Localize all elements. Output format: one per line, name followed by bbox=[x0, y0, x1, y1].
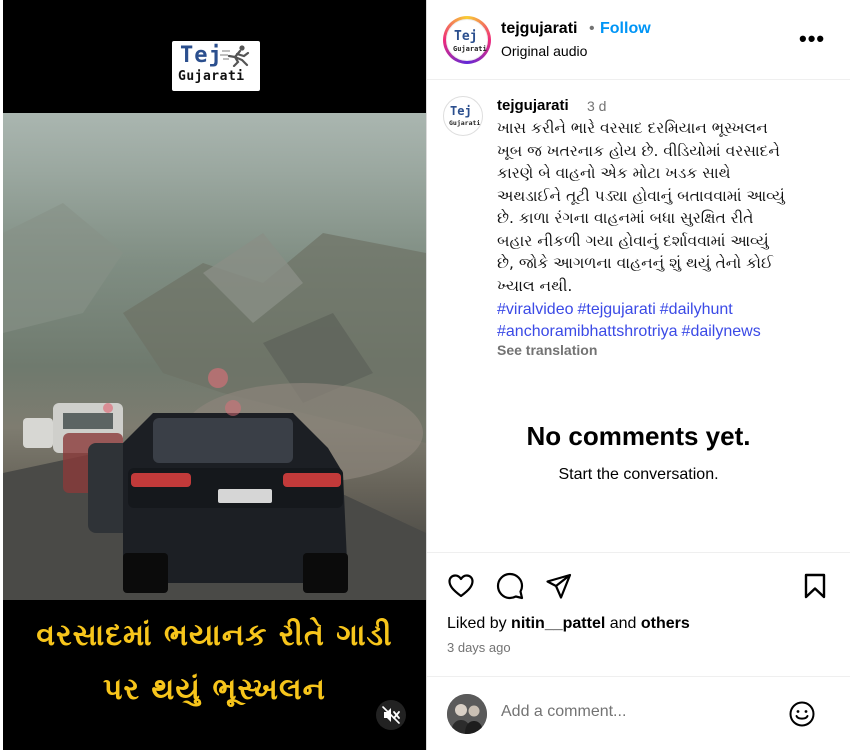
runner-icon bbox=[220, 45, 250, 67]
caption-line: ખ્યાલ નથી. bbox=[497, 276, 573, 295]
no-comments-title: No comments yet. bbox=[526, 421, 751, 451]
liked-by-user[interactable]: nitin__pattel bbox=[511, 615, 605, 632]
mute-button[interactable] bbox=[376, 700, 406, 730]
comment-icon[interactable] bbox=[496, 572, 524, 600]
comment-composer bbox=[427, 676, 850, 750]
video-frame bbox=[3, 113, 426, 620]
road-scene-illustration bbox=[3, 203, 426, 620]
tej-gujarati-logo: Tej Gujarati bbox=[172, 41, 260, 91]
caption-avatar-logo-gujarati: Gujarati bbox=[449, 119, 481, 127]
post-time-ago[interactable]: 3 days ago bbox=[447, 640, 511, 655]
bookmark-icon[interactable] bbox=[801, 572, 829, 600]
caption-line: છે, જોકે આગળના વાહનનું શું થયું તેનો કોઈ bbox=[497, 254, 773, 272]
user-photo-icon bbox=[447, 694, 487, 734]
see-translation-link[interactable]: See translation bbox=[497, 342, 597, 358]
caption-line: ખાસ કરીને ભારે વરસાદ દરમિયાન ભૂસ્ખલન bbox=[497, 119, 768, 137]
hashtag-link[interactable]: #anchoramibhattshrotriya bbox=[497, 323, 678, 340]
speaker-muted-icon bbox=[382, 706, 400, 724]
caption-text: ખાસ કરીને ભારે વરસાદ દરમિયાન ભૂસ્ખલન ખૂબ… bbox=[485, 117, 815, 297]
liked-by-prefix: Liked by bbox=[447, 615, 507, 632]
post-header: Tej Gujarati tejgujarati • Follow Origin… bbox=[427, 0, 850, 80]
author-username[interactable]: tejgujarati bbox=[501, 20, 577, 38]
share-icon[interactable] bbox=[545, 572, 573, 600]
hashtag-link[interactable]: #dailyhunt bbox=[660, 301, 733, 318]
liked-by-others[interactable]: others bbox=[641, 615, 690, 632]
video-caption-line-1: વરસાદમાં ભયાનક રીતે ગાડી bbox=[36, 618, 393, 653]
caption-author-avatar[interactable]: Tej Gujarati bbox=[443, 96, 483, 136]
header-separator: • bbox=[589, 20, 595, 37]
caption-line: છે. કાળા રંગના વાહનમાં બધા સુરક્ષિત રીતે bbox=[497, 209, 754, 227]
avatar-logo-tej: Tej bbox=[454, 29, 478, 44]
caption-hashtags: #viralvideo #tejgujarati #dailyhunt #ancho… bbox=[497, 299, 827, 343]
caption-line: અથડાઈને તૂટી પડ્યા હોવાનું બતાવવામાં આવ્… bbox=[497, 186, 785, 205]
emoji-icon[interactable] bbox=[788, 700, 816, 728]
caption-line: બહાર નીકળી ગયા હોવાનું દર્શાવવામાં આવ્યુ… bbox=[497, 231, 769, 250]
comment-input[interactable] bbox=[501, 703, 771, 721]
follow-button[interactable]: Follow bbox=[600, 20, 651, 38]
caption-username[interactable]: tejgujarati bbox=[497, 97, 569, 114]
logo-gujarati-text: Gujarati bbox=[178, 69, 245, 84]
original-audio-link[interactable]: Original audio bbox=[501, 43, 587, 59]
hashtag-link[interactable]: #dailynews bbox=[682, 323, 761, 340]
caption-avatar-logo-tej: Tej bbox=[450, 104, 472, 118]
more-options-icon[interactable]: ••• bbox=[799, 26, 825, 52]
author-avatar[interactable]: Tej Gujarati bbox=[443, 16, 491, 64]
caption-line: ખૂબ જ ખતરનાક હોય છે. વીડિયોમાં વરસાદને bbox=[497, 141, 780, 160]
hashtag-link[interactable]: #viralvideo bbox=[497, 301, 573, 318]
heart-icon[interactable] bbox=[447, 572, 475, 600]
post-viewer: Tej Gujarati વરસાદમાં ભયાનક રીતે ગાડી પર… bbox=[0, 0, 852, 750]
video-caption-line-2: પર થયું ભૂસ્ખલન bbox=[103, 672, 326, 707]
post-side-panel: Tej Gujarati tejgujarati • Follow Origin… bbox=[426, 0, 850, 750]
caption-timestamp: 3 d bbox=[587, 98, 607, 114]
logo-tej-text: Tej bbox=[180, 43, 223, 68]
author-avatar-logo: Tej Gujarati bbox=[446, 19, 488, 61]
liked-by-text: Liked by nitin__pattel and others bbox=[447, 615, 690, 633]
video-player[interactable]: Tej Gujarati વરસાદમાં ભયાનક રીતે ગાડી પર… bbox=[3, 0, 426, 750]
no-comments-subtitle: Start the conversation. bbox=[558, 466, 719, 483]
liked-by-and: and bbox=[609, 615, 637, 632]
caption-line: કારણે બે વાહનો એક મોટા ખડક સાથે bbox=[497, 164, 731, 182]
hashtag-link[interactable]: #tejgujarati bbox=[577, 301, 655, 318]
current-user-avatar[interactable] bbox=[447, 694, 487, 734]
avatar-logo-gujarati: Gujarati bbox=[453, 45, 487, 53]
